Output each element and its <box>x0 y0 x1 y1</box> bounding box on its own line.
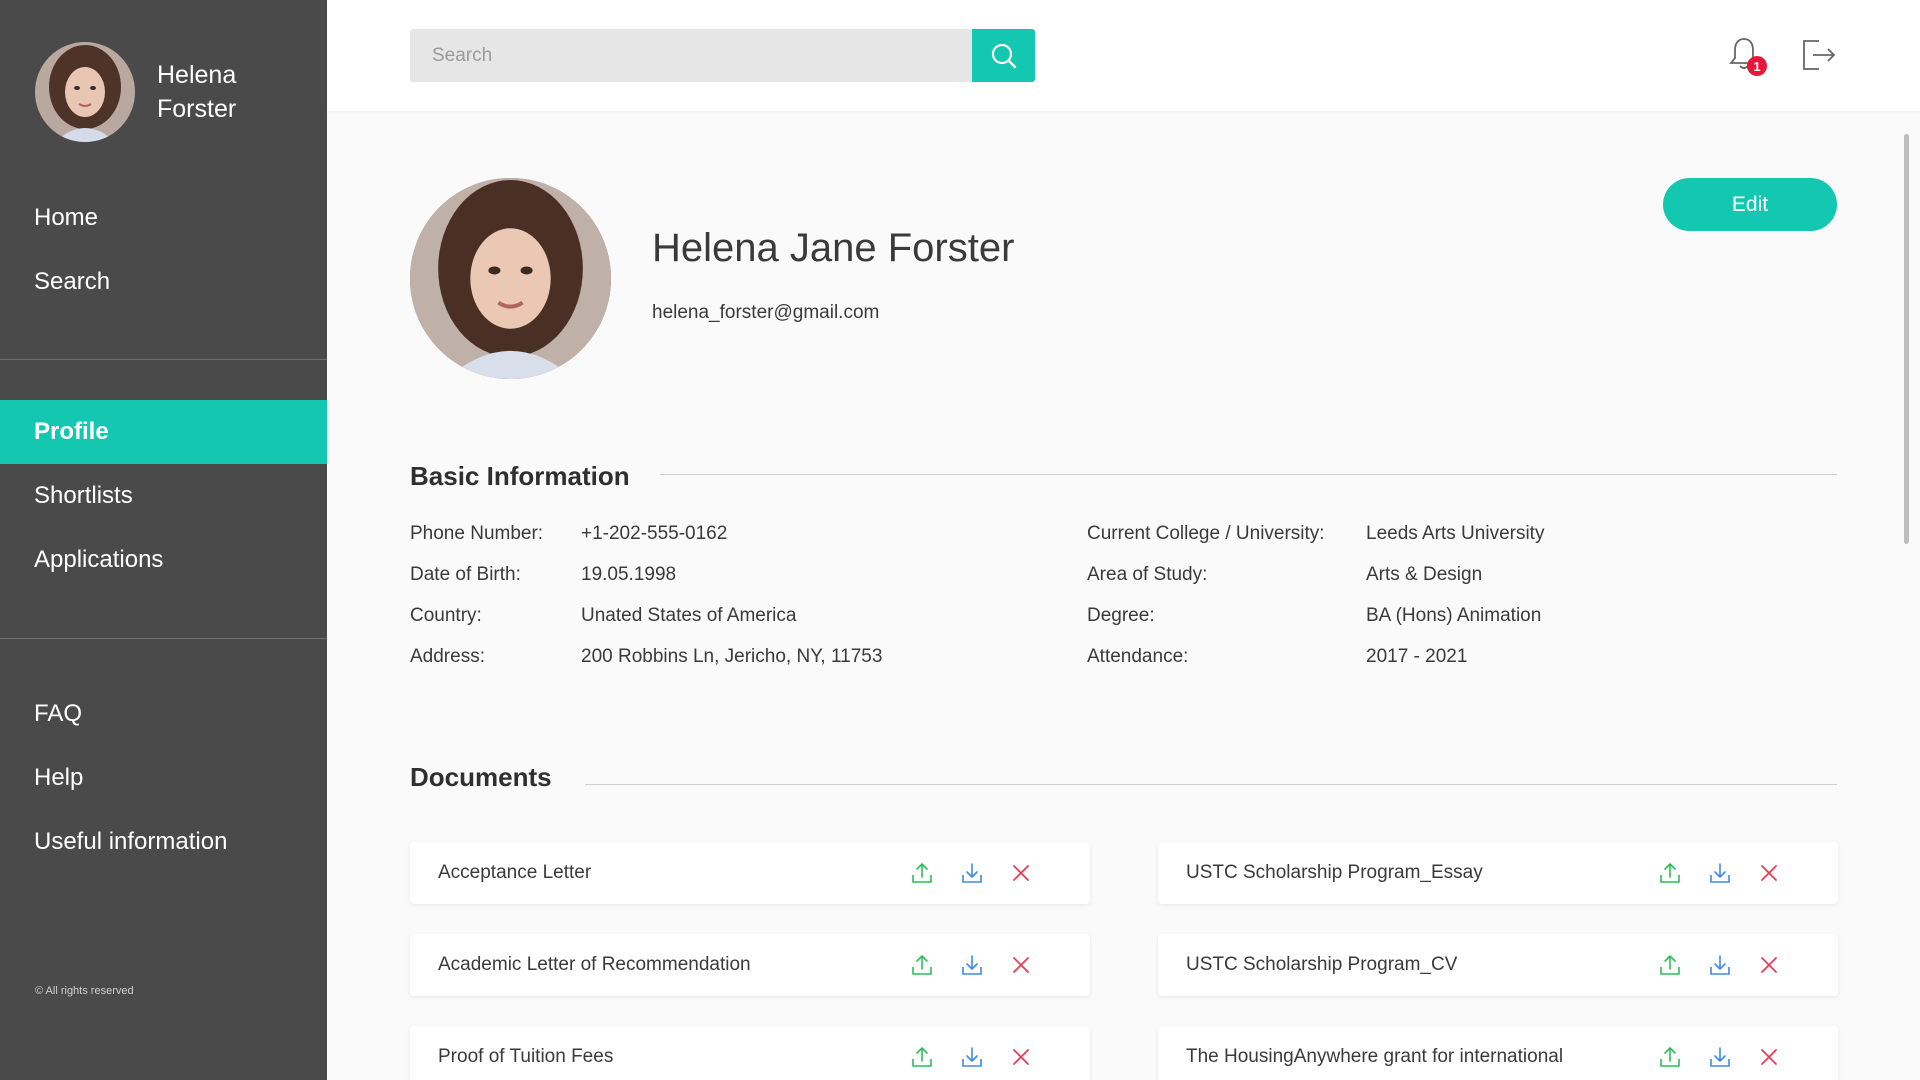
sidebar-user-name: Helena Forster <box>157 61 237 123</box>
notification-badge: 1 <box>1747 56 1767 76</box>
info-value: Leeds Arts University <box>1366 523 1545 544</box>
document-name: USTC Scholarship Program_CV <box>1186 954 1458 975</box>
profile-name: Helena Jane Forster <box>652 226 1015 270</box>
info-value: 19.05.1998 <box>581 564 677 585</box>
download-icon[interactable] <box>1708 1045 1732 1069</box>
upload-icon[interactable] <box>1658 861 1682 885</box>
info-label: Address: <box>410 646 485 667</box>
close-icon[interactable] <box>1757 953 1781 977</box>
sidebar-item-help[interactable]: Help <box>0 746 327 810</box>
info-value: +1-202-555-0162 <box>581 523 728 544</box>
document-name: Acceptance Letter <box>438 862 592 883</box>
search-button[interactable] <box>972 29 1035 82</box>
top-bar: 1 <box>327 0 1920 111</box>
document-card[interactable]: Acceptance Letter <box>410 842 1090 904</box>
download-icon[interactable] <box>1708 861 1732 885</box>
sidebar-item-home[interactable]: Home <box>0 186 327 250</box>
close-icon[interactable] <box>1757 1045 1781 1069</box>
upload-icon[interactable] <box>1658 1045 1682 1069</box>
info-value: 200 Robbins Ln, Jericho, NY, 11753 <box>581 646 883 667</box>
info-value: 2017 - 2021 <box>1366 646 1468 667</box>
close-icon[interactable] <box>1009 861 1033 885</box>
sidebar-item-useful-information[interactable]: Useful information <box>0 810 327 874</box>
logout-icon <box>1803 40 1836 70</box>
info-value: Unated States of America <box>581 605 797 626</box>
info-label: Area of Study: <box>1087 564 1208 585</box>
notifications-button[interactable]: 1 <box>1727 36 1767 76</box>
close-icon[interactable] <box>1009 1045 1033 1069</box>
info-label: Degree: <box>1087 605 1155 626</box>
section-title-documents: Documents <box>410 762 552 792</box>
search-icon <box>991 43 1016 68</box>
sidebar-item-search[interactable]: Search <box>0 250 327 314</box>
avatar <box>35 42 135 142</box>
download-icon[interactable] <box>960 1045 984 1069</box>
info-label: Attendance: <box>1087 646 1189 667</box>
download-icon[interactable] <box>1708 953 1732 977</box>
sidebar-user: Helena Forster <box>35 42 277 142</box>
sidebar-item-faq[interactable]: FAQ <box>0 682 327 746</box>
edit-button[interactable]: Edit <box>1663 178 1837 231</box>
profile-avatar <box>410 178 611 379</box>
nav-top: Home Search <box>0 186 327 314</box>
profile-email: helena_forster@gmail.com <box>652 302 880 323</box>
close-icon[interactable] <box>1757 861 1781 885</box>
sidebar-divider <box>0 638 327 639</box>
document-card[interactable]: Academic Letter of Recommendation <box>410 934 1090 996</box>
info-label: Date of Birth: <box>410 564 521 585</box>
upload-icon[interactable] <box>1658 953 1682 977</box>
section-divider <box>660 474 1837 475</box>
document-name: The HousingAnywhere grant for internatio… <box>1186 1046 1564 1067</box>
document-card[interactable]: Proof of Tuition Fees <box>410 1026 1090 1080</box>
document-card[interactable]: The HousingAnywhere grant for internatio… <box>1158 1026 1838 1080</box>
copyright: © All rights reserved <box>35 985 134 997</box>
sidebar-divider <box>0 359 327 360</box>
info-label: Current College / University: <box>1087 523 1325 544</box>
search-input[interactable] <box>410 29 972 82</box>
info-value: Arts & Design <box>1366 564 1483 585</box>
sidebar: Helena Forster Home Search Profile Short… <box>0 0 327 1080</box>
nav-bottom: FAQ Help Useful information <box>0 682 327 874</box>
document-name: Academic Letter of Recommendation <box>438 954 751 975</box>
logout-button[interactable] <box>1801 38 1837 72</box>
download-icon[interactable] <box>960 861 984 885</box>
info-label: Phone Number: <box>410 523 544 544</box>
info-label: Country: <box>410 605 482 626</box>
sidebar-item-profile[interactable]: Profile <box>0 400 327 464</box>
upload-icon[interactable] <box>910 861 934 885</box>
document-name: USTC Scholarship Program_Essay <box>1186 862 1483 883</box>
section-divider <box>585 784 1837 785</box>
upload-icon[interactable] <box>910 953 934 977</box>
sidebar-item-applications[interactable]: Applications <box>0 528 327 592</box>
document-card[interactable]: USTC Scholarship Program_CV <box>1158 934 1838 996</box>
nav-mid: Profile Shortlists Applications <box>0 400 327 592</box>
download-icon[interactable] <box>960 953 984 977</box>
scrollbar[interactable] <box>1904 134 1909 544</box>
close-icon[interactable] <box>1009 953 1033 977</box>
info-value: BA (Hons) Animation <box>1366 605 1542 626</box>
document-card[interactable]: USTC Scholarship Program_Essay <box>1158 842 1838 904</box>
section-title-basic-information: Basic Information <box>410 461 630 491</box>
upload-icon[interactable] <box>910 1045 934 1069</box>
sidebar-item-shortlists[interactable]: Shortlists <box>0 464 327 528</box>
document-name: Proof of Tuition Fees <box>438 1046 614 1067</box>
